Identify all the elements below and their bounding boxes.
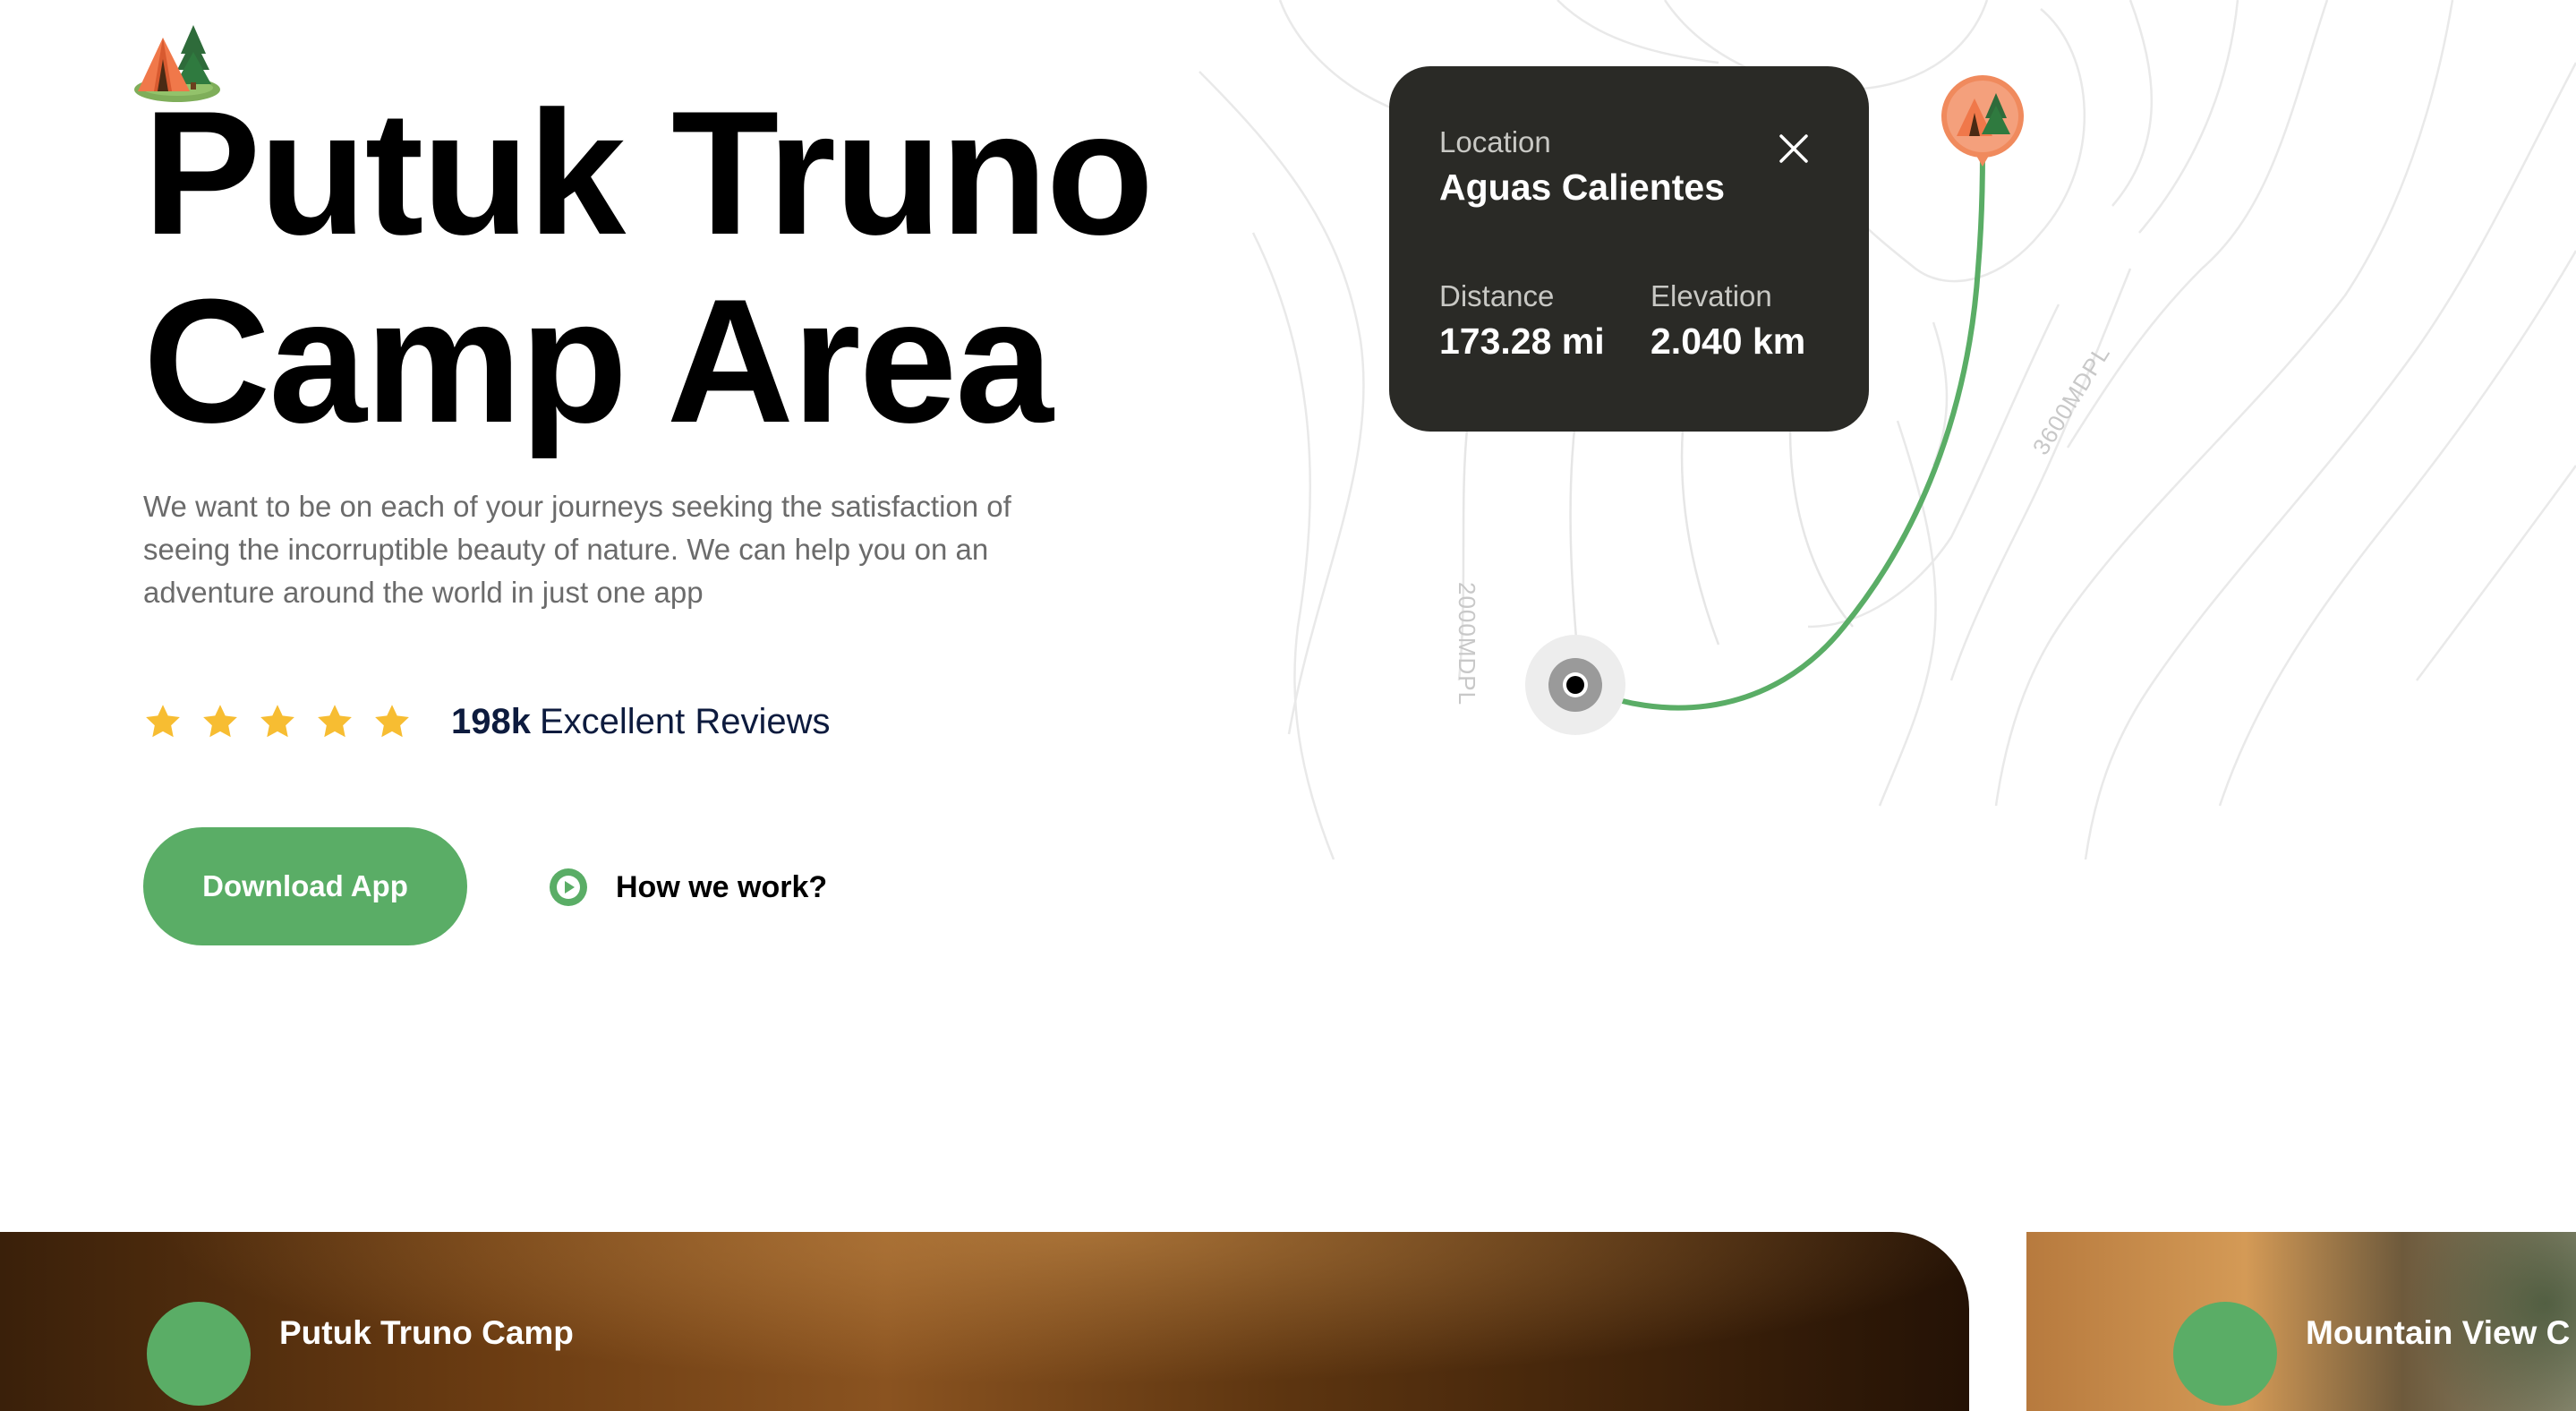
star-icon [203, 705, 237, 738]
camp-card[interactable]: Putuk Truno Camp [0, 1232, 1969, 1411]
play-circle-icon [550, 868, 587, 906]
camp-pin-icon[interactable] [1941, 75, 2024, 167]
camp-card[interactable]: Mountain View C [2026, 1232, 2576, 1411]
elevation-value: 2.040 km [1651, 321, 1806, 362]
star-icon [375, 705, 409, 738]
contour-label-2000: 2000MDPL [1454, 582, 1480, 706]
how-we-work-link[interactable]: How we work? [550, 865, 827, 910]
location-value: Aguas Calientes [1439, 167, 1725, 208]
rating-count: 198k [451, 701, 531, 741]
rating: 198k Excellent Reviews [143, 697, 831, 747]
hero-subtitle: We want to be on each of your journeys s… [143, 490, 1011, 609]
camp-card-title: Putuk Truno Camp [279, 1314, 574, 1351]
star-icon [146, 705, 180, 738]
distance-label: Distance [1439, 279, 1555, 312]
rating-label: Excellent Reviews [539, 701, 831, 741]
download-app-button[interactable]: Download App [143, 827, 467, 945]
location-card: Location Aguas Calientes Distance 173.28… [1389, 66, 1869, 432]
camp-card-avatar [2173, 1302, 2277, 1406]
page-title: Putuk Truno Camp Area [143, 79, 1181, 455]
star-icon [260, 705, 294, 738]
star-icon [318, 705, 352, 738]
close-icon[interactable] [1770, 125, 1817, 172]
location-label: Location [1439, 125, 1551, 158]
topographic-map: 2000MDPL 3600MDPL [1198, 0, 2576, 859]
camp-card-avatar [147, 1302, 251, 1406]
page-title-line-1: Putuk Truno [143, 74, 1154, 271]
distance-value: 173.28 mi [1439, 321, 1605, 362]
how-we-work-label: How we work? [616, 869, 828, 904]
location-dot-icon[interactable] [1525, 635, 1625, 735]
elevation-label: Elevation [1651, 279, 1772, 312]
camp-card-title: Mountain View C [2306, 1314, 2571, 1351]
page-title-line-2: Camp Area [143, 262, 1053, 459]
